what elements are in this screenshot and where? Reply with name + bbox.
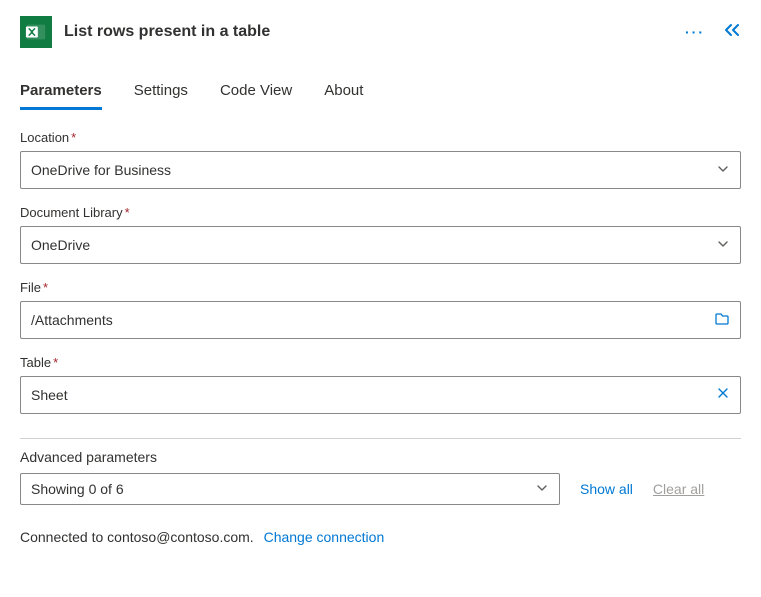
library-select[interactable]: OneDrive (20, 226, 741, 264)
field-location: Location* OneDrive for Business (20, 130, 741, 189)
field-table: Table* Sheet (20, 355, 741, 414)
location-select[interactable]: OneDrive for Business (20, 151, 741, 189)
tab-code-view[interactable]: Code View (220, 76, 292, 109)
chevron-down-icon (716, 237, 730, 254)
excel-icon (20, 16, 52, 48)
advanced-parameters-row: Showing 0 of 6 Show all Clear all (20, 473, 741, 505)
connected-account: contoso@contoso.com. (107, 529, 254, 545)
location-label: Location* (20, 130, 741, 145)
file-label: File* (20, 280, 741, 295)
connected-prefix: Connected to (20, 529, 107, 545)
file-input[interactable]: /Attachments (20, 301, 741, 339)
table-value: Sheet (31, 387, 716, 403)
library-value: OneDrive (31, 237, 716, 253)
field-file: File* /Attachments (20, 280, 741, 339)
tab-settings[interactable]: Settings (134, 76, 188, 109)
connection-footer: Connected to contoso@contoso.com. Change… (20, 529, 741, 545)
collapse-icon[interactable] (723, 23, 741, 42)
advanced-parameters-select[interactable]: Showing 0 of 6 (20, 473, 560, 505)
field-document-library: Document Library* OneDrive (20, 205, 741, 264)
change-connection-link[interactable]: Change connection (264, 529, 385, 545)
tab-bar: Parameters Settings Code View About (20, 76, 741, 110)
location-value: OneDrive for Business (31, 162, 716, 178)
library-label: Document Library* (20, 205, 741, 220)
advanced-summary: Showing 0 of 6 (31, 481, 535, 497)
table-label: Table* (20, 355, 741, 370)
table-input[interactable]: Sheet (20, 376, 741, 414)
chevron-down-icon (716, 162, 730, 179)
divider (20, 438, 741, 439)
card-title: List rows present in a table (64, 23, 673, 41)
more-menu-button[interactable]: ··· (685, 24, 705, 40)
advanced-parameters-label: Advanced parameters (20, 449, 741, 465)
folder-picker-icon[interactable] (714, 311, 730, 330)
clear-all-link[interactable]: Clear all (653, 481, 704, 497)
clear-icon[interactable] (716, 386, 730, 405)
file-value: /Attachments (31, 312, 714, 328)
show-all-link[interactable]: Show all (580, 481, 633, 497)
tab-about[interactable]: About (324, 76, 363, 109)
tab-parameters[interactable]: Parameters (20, 76, 102, 109)
card-header: List rows present in a table ··· (20, 16, 741, 48)
chevron-down-icon (535, 481, 549, 498)
